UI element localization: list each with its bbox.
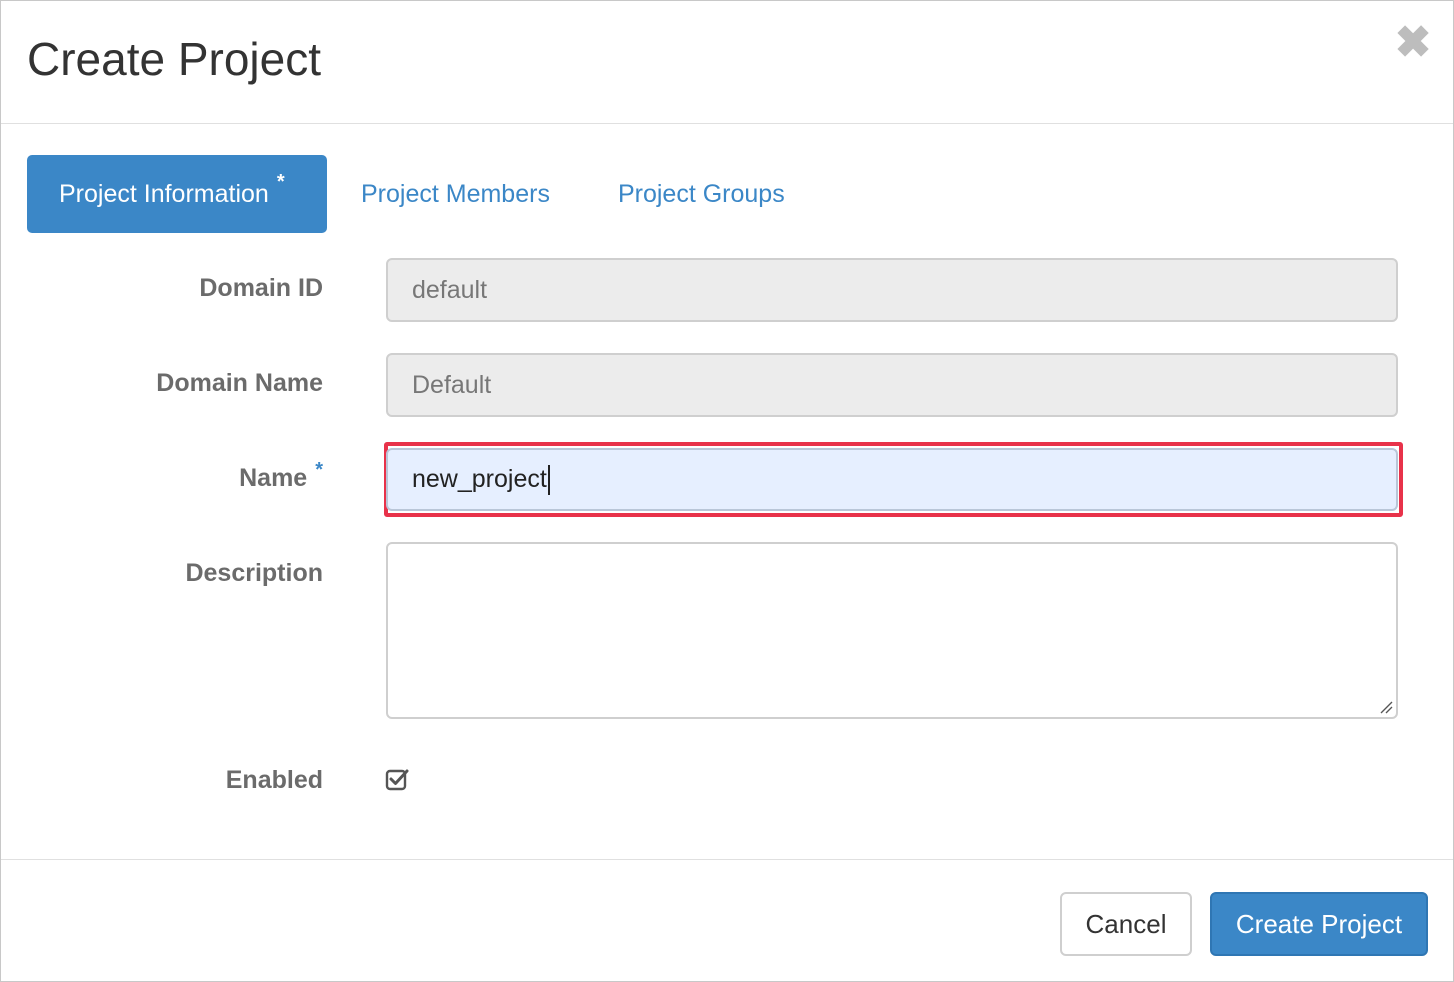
tab-label: Project Members	[361, 179, 550, 208]
required-asterisk: *	[276, 170, 285, 193]
create-project-modal: Create Project ✖ Project Information * P…	[0, 0, 1454, 982]
domain-name-label: Domain Name	[156, 369, 323, 397]
domain-id-label: Domain ID	[199, 274, 323, 302]
text-caret	[547, 464, 550, 495]
description-label: Description	[185, 559, 323, 587]
description-textarea[interactable]	[386, 542, 1398, 719]
domain-name-value: Default	[412, 370, 492, 399]
name-input-value: new_project	[412, 465, 547, 493]
checkbox-checked-icon[interactable]	[385, 767, 411, 793]
cancel-button[interactable]: Cancel	[1060, 892, 1192, 956]
modal-header: Create Project ✖	[1, 1, 1453, 124]
modal-footer: Cancel Create Project	[1, 859, 1453, 982]
resize-handle-icon[interactable]	[1379, 700, 1393, 714]
tab-project-information[interactable]: Project Information *	[27, 155, 327, 233]
name-label: Name *	[239, 459, 323, 493]
close-icon[interactable]: ✖	[1393, 21, 1433, 65]
domain-name-field: Default	[386, 353, 1398, 417]
domain-id-field: default	[386, 258, 1398, 322]
tab-project-groups[interactable]: Project Groups	[584, 155, 819, 233]
tab-label: Project Information	[59, 179, 269, 208]
required-asterisk: *	[315, 459, 323, 481]
tab-project-members[interactable]: Project Members	[327, 155, 584, 233]
name-input[interactable]: new_project	[386, 448, 1398, 511]
name-label-text: Name	[239, 464, 308, 492]
enabled-label: Enabled	[225, 766, 323, 794]
domain-id-value: default	[412, 275, 488, 304]
create-project-button[interactable]: Create Project	[1210, 892, 1428, 956]
tab-bar: Project Information * Project Members Pr…	[27, 155, 819, 233]
modal-title: Create Project	[27, 33, 322, 85]
tab-label: Project Groups	[617, 179, 785, 208]
